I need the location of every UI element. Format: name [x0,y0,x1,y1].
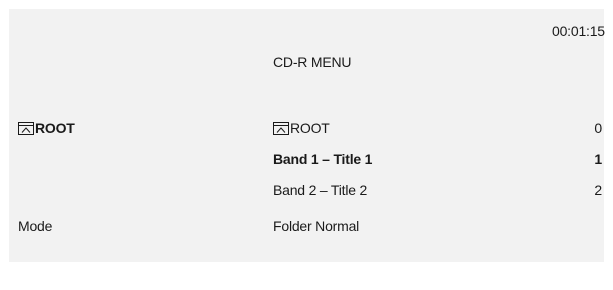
list-item[interactable]: Band 2 – Title 2 2 [273,182,602,198]
current-folder: ROOT [18,120,75,136]
folder-icon [273,122,289,135]
mode-label: Mode [18,218,53,234]
folder-icon [18,122,34,135]
list-item[interactable]: ROOT 0 [273,120,602,136]
list-item-index: 2 [594,182,602,198]
list-item-label: Band 2 – Title 2 [273,182,368,198]
list-item-selected[interactable]: Band 1 – Title 1 1 [273,151,602,167]
cd-r-menu-screen: 00:01:15 CD-R MENU ROOT ROOT 0 Band 1 – … [9,9,605,262]
mode-value[interactable]: Folder Normal [273,218,359,234]
menu-title: CD-R MENU [273,54,352,70]
list-item-label: ROOT [290,120,330,136]
current-folder-label: ROOT [35,120,75,136]
list-item-index: 1 [594,151,602,167]
list-item-label: Band 1 – Title 1 [273,151,373,167]
elapsed-time: 00:01:15 [552,23,605,39]
list-item-index: 0 [594,120,602,136]
